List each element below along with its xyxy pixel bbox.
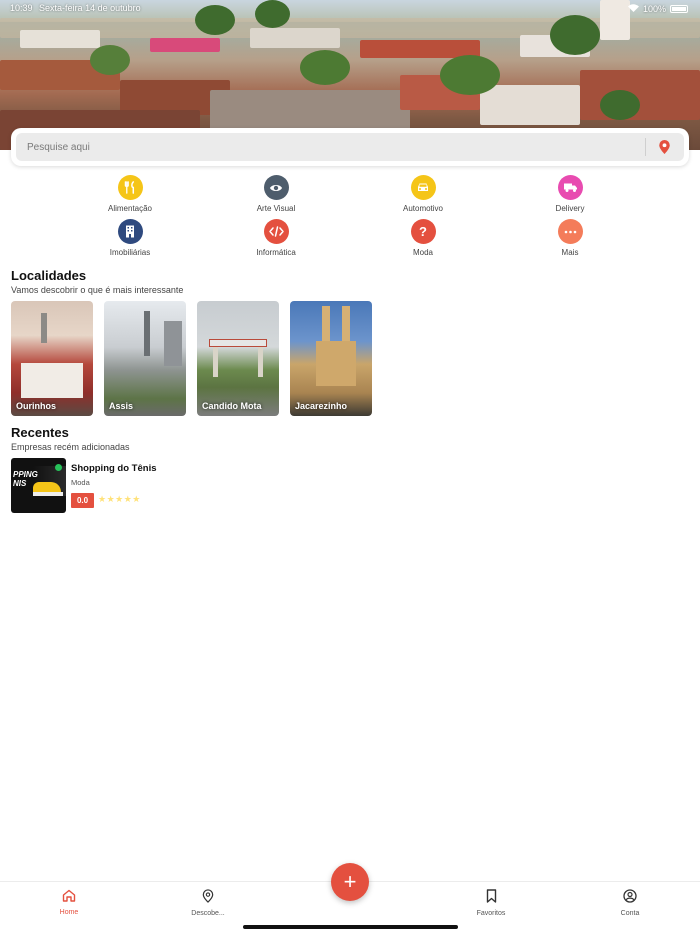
status-date: Sexta-feira 14 de outubro: [39, 3, 141, 13]
add-button[interactable]: +: [331, 863, 369, 901]
code-icon: [263, 219, 289, 244]
user-circle-icon: [623, 889, 637, 903]
search-divider: [645, 138, 646, 156]
badge-dot: [55, 464, 62, 471]
map-pin-icon: [658, 140, 670, 154]
pillar-shape: [258, 347, 263, 377]
category-label: Mais: [561, 248, 579, 257]
rating-badge: 0.0: [71, 493, 94, 508]
category-label: Informática: [256, 248, 296, 257]
battery-percent: 100%: [642, 4, 666, 14]
category-label: Moda: [412, 248, 433, 257]
status-time: 10:39: [10, 3, 33, 13]
company-thumbnail: PPING NIS: [11, 458, 66, 513]
car-icon: [410, 175, 436, 200]
search-bar: [11, 128, 689, 166]
recent-company-item[interactable]: PPING NIS Shopping do Tênis Moda 0.0 ★★★…: [11, 458, 311, 513]
tower-shape: [41, 313, 47, 343]
location-name: Candido Mota: [202, 401, 262, 411]
category-alimentacao[interactable]: Alimentação: [80, 175, 180, 213]
category-imobiliarias[interactable]: Imobiliárias: [80, 219, 180, 257]
location-name: Assis: [109, 401, 134, 411]
tab-favoritos[interactable]: Favoritos: [461, 889, 521, 917]
category-informatica[interactable]: Informática: [226, 219, 326, 257]
tab-home[interactable]: Home: [39, 889, 99, 916]
question-icon: ?: [410, 219, 436, 244]
company-category: Moda: [71, 478, 90, 487]
truck-icon: [557, 175, 583, 200]
more-icon: [557, 219, 583, 244]
eye-icon: [263, 175, 289, 200]
building-icon: [117, 219, 143, 244]
company-name: Shopping do Tênis: [71, 463, 157, 474]
localidades-title: Localidades: [11, 268, 87, 283]
category-delivery[interactable]: Delivery: [520, 175, 620, 213]
home-indicator: [243, 925, 458, 929]
search-input[interactable]: [16, 133, 645, 161]
pillar-shape: [213, 347, 218, 377]
category-automotivo[interactable]: Automotivo: [373, 175, 473, 213]
category-label: Alimentação: [107, 204, 153, 213]
location-card-ourinhos[interactable]: Ourinhos: [11, 301, 93, 416]
category-label: Arte Visual: [256, 204, 296, 213]
category-moda[interactable]: ? Moda: [373, 219, 473, 257]
church-body-shape: [316, 341, 356, 386]
category-label: Imobiliárias: [109, 248, 151, 257]
wifi-icon: [627, 4, 639, 14]
location-card-jacarezinho[interactable]: Jacarezinho: [290, 301, 372, 416]
tab-descobrir[interactable]: Descobe...: [178, 889, 238, 917]
tab-conta[interactable]: Conta: [600, 889, 660, 917]
recentes-title: Recentes: [11, 425, 69, 440]
building-shape: [21, 363, 83, 398]
tab-label: Favoritos: [476, 910, 506, 917]
recentes-subtitle: Empresas recém adicionadas: [11, 442, 130, 452]
fork-knife-icon: [117, 175, 143, 200]
category-mais[interactable]: Mais: [520, 219, 620, 257]
category-label: Automotivo: [402, 204, 444, 213]
tab-label: Conta: [620, 910, 640, 917]
category-arte-visual[interactable]: Arte Visual: [226, 175, 326, 213]
location-name: Jacarezinho: [295, 401, 348, 411]
tab-label: Descobe...: [191, 910, 225, 917]
sneaker-sole-shape: [33, 492, 63, 496]
battery-icon: [670, 5, 688, 13]
home-icon: [62, 889, 76, 902]
tab-label: Home: [59, 909, 79, 916]
building-shape: [164, 321, 182, 366]
bookmark-icon: [486, 889, 496, 903]
arch-shape: [209, 339, 267, 347]
status-bar: 10:39 Sexta-feira 14 de outubro 100%: [10, 3, 688, 15]
map-pin-icon: [202, 889, 214, 903]
localidades-subtitle: Vamos descobrir o que é mais interessant…: [11, 285, 184, 295]
location-card-assis[interactable]: Assis: [104, 301, 186, 416]
location-pin-button[interactable]: [656, 137, 672, 157]
statue-shape: [144, 311, 150, 356]
category-label: Delivery: [555, 204, 585, 213]
star-rating: ★★★★★: [98, 494, 141, 504]
location-name: Ourinhos: [16, 401, 56, 411]
location-card-candido-mota[interactable]: Candido Mota: [197, 301, 279, 416]
